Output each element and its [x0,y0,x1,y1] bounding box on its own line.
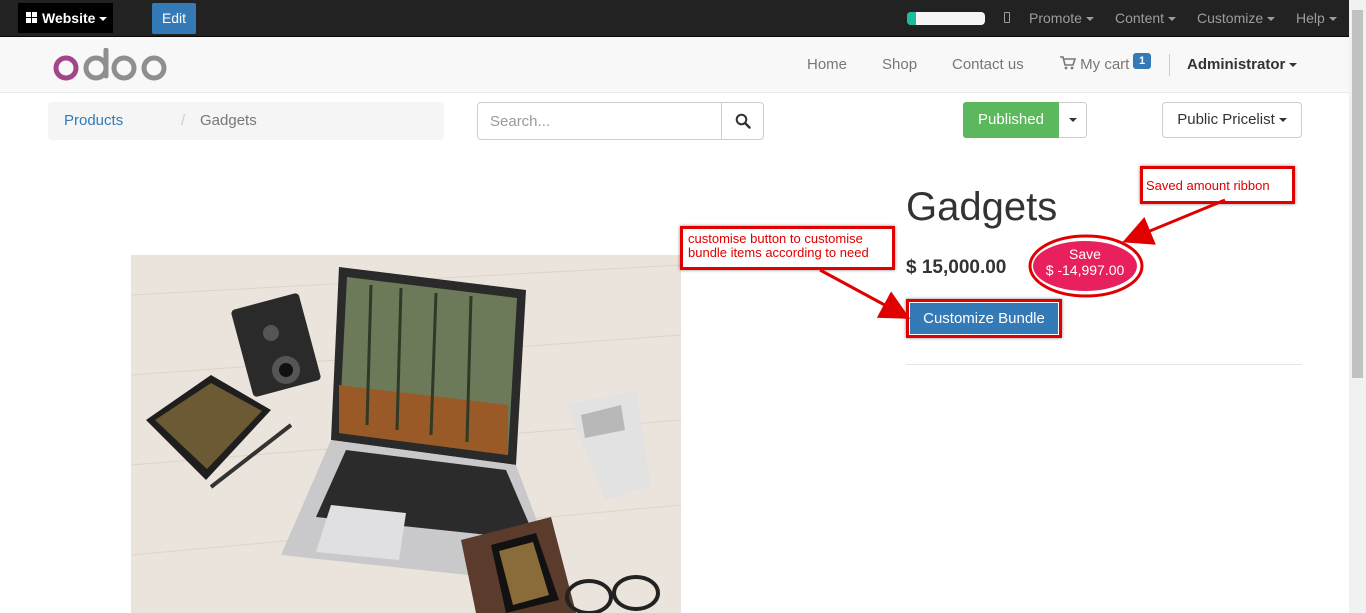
breadcrumb-separator: / [181,112,186,129]
promote-menu[interactable]: Promote [1029,0,1094,36]
caret-down-icon [1085,17,1094,22]
content-menu[interactable]: Content [1115,0,1177,36]
caret-down-icon [1289,63,1298,68]
button-arrow [819,268,911,319]
scrollbar-thumb[interactable] [1352,10,1363,378]
save-amount: $ -14,997.00 [1045,262,1125,278]
nav-contact-us[interactable]: Contact us [952,56,1024,74]
caret-down-icon [99,17,108,22]
customize-menu[interactable]: Customize [1197,0,1276,36]
grid-icon [26,12,38,24]
cart-count-badge: 1 [1133,53,1151,69]
save-label: Save [1069,246,1101,262]
promote-menu-label: Promote [1029,10,1082,26]
shopping-cart-icon [1060,56,1077,70]
breadcrumb: Products / Gadgets [48,102,444,140]
button-annotation-line1: customise button to customise [688,231,863,246]
caret-down-icon [1267,17,1276,22]
search-button[interactable] [721,102,764,140]
customize-menu-label: Customize [1197,10,1264,26]
breadcrumb-products-link[interactable]: Products [64,102,123,140]
search-icon [735,113,751,129]
mobile-preview-icon[interactable] [1004,12,1010,23]
nav-home[interactable]: Home [807,56,847,74]
caret-down-icon [1168,17,1177,22]
edit-button[interactable]: Edit [152,3,196,34]
user-menu[interactable]: Administrator [1187,56,1298,73]
caret-down-icon [1068,117,1077,122]
saved-amount-ribbon: Save $ -14,997.00 [1033,241,1137,291]
product-image [131,255,681,613]
caret-down-icon [1278,118,1287,123]
onboarding-progress-bar[interactable] [907,12,985,25]
nav-my-cart[interactable]: My cart [1060,56,1129,74]
caret-down-icon [1328,17,1337,22]
odoo-logo[interactable] [52,48,170,84]
help-menu-label: Help [1296,10,1325,26]
section-divider [906,364,1302,365]
website-menu-label: Website [42,10,96,26]
product-price: $ 15,000.00 [906,257,1007,278]
customize-button-highlight [906,299,1062,338]
help-menu[interactable]: Help [1296,0,1337,36]
button-annotation-line2: bundle items according to need [688,245,869,260]
website-menu-button[interactable]: Website [18,3,113,33]
published-dropdown-toggle[interactable] [1059,102,1087,138]
content-menu-label: Content [1115,10,1165,26]
pricelist-label: Public Pricelist [1177,111,1275,128]
pricelist-dropdown[interactable]: Public Pricelist [1162,102,1302,138]
ribbon-annotation-text: Saved amount ribbon [1146,178,1270,193]
user-menu-label: Administrator [1187,56,1286,73]
breadcrumb-current: Gadgets [200,112,257,129]
progress-fill [907,12,917,25]
my-cart-label: My cart [1080,56,1130,73]
published-toggle-button[interactable]: Published [963,102,1059,138]
search-input[interactable] [477,102,722,140]
ribbon-arrow [1122,198,1226,245]
nav-divider [1169,54,1170,76]
nav-shop[interactable]: Shop [882,56,917,74]
product-title: Gadgets [906,185,1058,229]
